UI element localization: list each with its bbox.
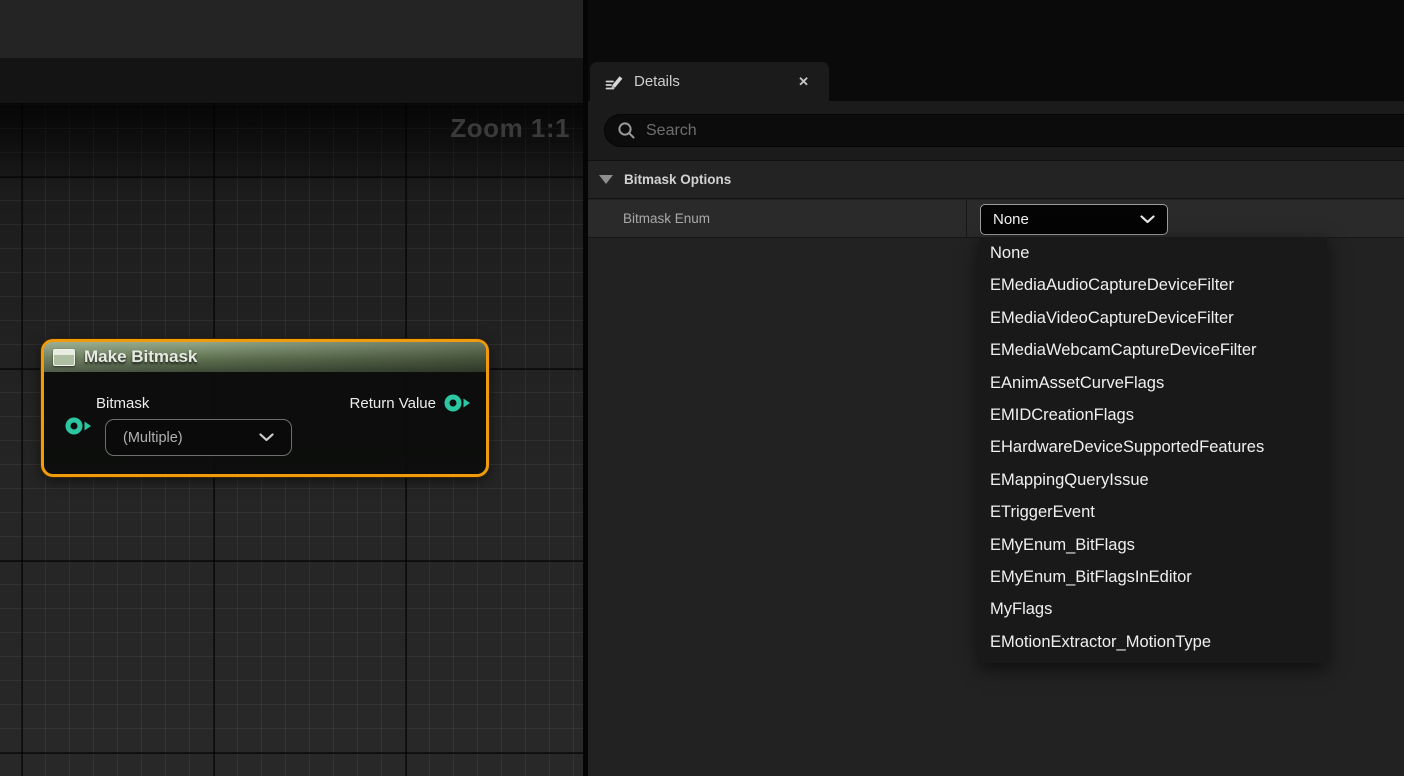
dropdown-item[interactable]: EHardwareDeviceSupportedFeatures: [979, 431, 1327, 463]
collapse-arrow-icon: [599, 175, 613, 184]
bitmask-input-pin[interactable]: [64, 416, 94, 436]
dropdown-item[interactable]: EMotionExtractor_MotionType: [979, 626, 1327, 658]
property-label: Bitmask Enum: [623, 200, 710, 237]
dropdown-item[interactable]: None: [979, 237, 1327, 269]
close-icon[interactable]: ✕: [792, 72, 815, 92]
bitmask-value-label: (Multiple): [123, 430, 183, 446]
search-box[interactable]: [604, 114, 1404, 147]
details-icon: [604, 72, 624, 92]
output-pin-label: Return Value: [350, 395, 436, 412]
property-row-bitmask-enum: Bitmask Enum None: [588, 200, 1404, 238]
unreal-editor-window: Zoom 1:1 Make Bitmask Bitmask (Multiple): [0, 0, 1404, 776]
chevron-down-icon: [1140, 215, 1155, 224]
search-row: [588, 101, 1404, 160]
dropdown-item[interactable]: MyFlags: [979, 593, 1327, 625]
chevron-down-icon: [259, 433, 274, 442]
search-icon: [617, 121, 636, 140]
zoom-indicator: Zoom 1:1: [450, 113, 570, 144]
toolbar-band: [0, 0, 583, 58]
pure-function-icon: [53, 349, 75, 366]
tab-details-label: Details: [634, 73, 782, 90]
node-header[interactable]: Make Bitmask: [44, 342, 486, 373]
dropdown-item[interactable]: EMediaVideoCaptureDeviceFilter: [979, 302, 1327, 334]
section-title: Bitmask Options: [624, 172, 731, 187]
bitmask-value-dropdown[interactable]: (Multiple): [105, 419, 292, 456]
enum-dropdown-list: NoneEMediaAudioCaptureDeviceFilterEMedia…: [979, 237, 1327, 663]
dropdown-item[interactable]: EMIDCreationFlags: [979, 399, 1327, 431]
blueprint-graph-canvas[interactable]: Zoom 1:1 Make Bitmask Bitmask (Multiple): [0, 103, 583, 776]
search-input[interactable]: [646, 122, 1404, 140]
section-bitmask-options[interactable]: Bitmask Options: [588, 160, 1404, 199]
bitmask-enum-combobox[interactable]: None: [980, 204, 1168, 235]
combobox-value: None: [993, 211, 1029, 228]
graph-breadcrumb-band: [0, 58, 583, 103]
dropdown-item[interactable]: EMediaAudioCaptureDeviceFilter: [979, 269, 1327, 301]
input-pin-label: Bitmask: [96, 395, 149, 412]
dropdown-item[interactable]: EMyEnum_BitFlagsInEditor: [979, 561, 1327, 593]
tab-details[interactable]: Details ✕: [590, 62, 829, 101]
dropdown-item[interactable]: EMyEnum_BitFlags: [979, 529, 1327, 561]
return-value-pin[interactable]: [443, 393, 473, 413]
right-top-band: [588, 0, 1404, 60]
column-divider[interactable]: [966, 200, 967, 237]
details-tabstrip: Details ✕: [588, 60, 1404, 101]
dropdown-item[interactable]: EAnimAssetCurveFlags: [979, 367, 1327, 399]
dropdown-item[interactable]: EMediaWebcamCaptureDeviceFilter: [979, 334, 1327, 366]
dropdown-item[interactable]: EMappingQueryIssue: [979, 464, 1327, 496]
make-bitmask-node[interactable]: Make Bitmask Bitmask (Multiple) Return: [41, 339, 489, 477]
node-title: Make Bitmask: [84, 347, 197, 367]
dropdown-item[interactable]: ETriggerEvent: [979, 496, 1327, 528]
